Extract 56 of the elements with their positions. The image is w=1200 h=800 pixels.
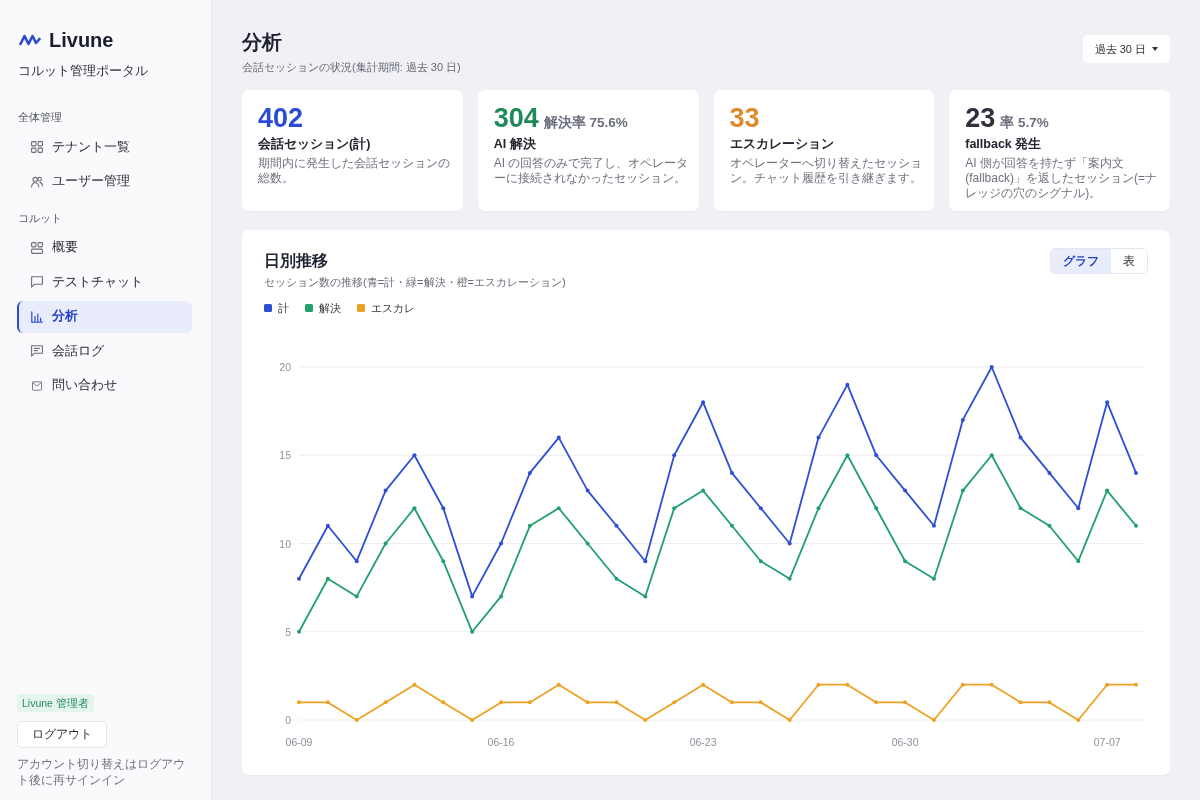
message-icon xyxy=(31,345,43,357)
speech-bubble-icon xyxy=(31,276,43,288)
role-badge: Livune 管理者 xyxy=(17,694,94,712)
x-axis-label: 06-09 xyxy=(285,736,313,748)
stat-label: AI 解決 xyxy=(493,136,537,153)
legend-label: エスカレ xyxy=(371,301,415,315)
y-axis-label: 5 xyxy=(285,625,291,638)
panel-title: 日別推移 xyxy=(264,251,329,271)
y-axis-label: 20 xyxy=(279,361,291,373)
portal-subtitle: コルット管理ポータル xyxy=(17,63,149,80)
page-title: 分析 xyxy=(242,30,283,55)
stat-description: オペレーターへ切り替えたセッション。チャット履歴を引き継ぎます。 xyxy=(729,156,923,186)
logo-icon xyxy=(19,33,41,47)
stat-value: 402 xyxy=(258,102,304,135)
y-axis-label: 0 xyxy=(285,714,291,726)
view-tab[interactable]: グラフ xyxy=(1051,249,1111,273)
stat-label: エスカレーション xyxy=(729,136,835,153)
account-note: アカウント切り替えはログアウト後に再サインイン xyxy=(17,756,186,788)
nav-item[interactable]: テナント一覧 xyxy=(17,131,192,163)
nav-item[interactable]: 分析 xyxy=(17,300,192,333)
caret-icon xyxy=(1152,47,1158,51)
stat-value: 304 xyxy=(493,102,539,135)
users-icon xyxy=(31,175,43,188)
grid-icon xyxy=(31,141,43,153)
x-axis-label: 06-16 xyxy=(487,736,515,748)
nav-item[interactable]: 概要 xyxy=(17,231,192,264)
section-heading: コルット xyxy=(17,210,63,225)
brand-name: Livune xyxy=(49,28,114,52)
stat-description: AI の回答のみで完了し、オペレーターに接続されなかったセッション。 xyxy=(493,156,690,186)
stat-label: 会話セッション(計) xyxy=(258,136,372,153)
y-axis-label: 10 xyxy=(279,537,291,550)
stat-rate: 率 5.7% xyxy=(1000,114,1049,132)
stat-label: fallback 発生 xyxy=(965,136,1043,153)
x-axis-label: 07-07 xyxy=(1093,736,1121,748)
legend-label: 計 xyxy=(278,301,289,315)
x-axis-label: 06-30 xyxy=(891,736,919,748)
stat-description: 期間内に発生した会話セッションの総数。 xyxy=(258,156,451,186)
section-heading: 全体管理 xyxy=(17,110,63,124)
stat-value: 23 xyxy=(965,102,996,135)
period-dropdown[interactable]: 過去 30 日 xyxy=(1082,35,1170,63)
nav-item[interactable]: 問い合わせ xyxy=(17,369,192,402)
panel-subtitle: セッション数の推移(青=計・緑=解決・橙=エスカレーション) xyxy=(264,275,566,289)
mail-icon xyxy=(31,380,43,391)
stat-rate: 解決率 75.6% xyxy=(543,114,628,132)
logout-button[interactable]: ログアウト xyxy=(17,721,107,748)
stat-value: 33 xyxy=(729,102,760,135)
nav-item[interactable]: 会話ログ xyxy=(17,335,192,367)
nav-item[interactable]: ユーザー管理 xyxy=(17,165,192,198)
stat-description: AI 側が回答を持たず「案内文(fallback)」を返したセッション(=ナレッジの穴のシグナル)。 xyxy=(965,156,1158,201)
nav-item[interactable]: テストチャット xyxy=(17,266,192,298)
bar-chart-icon xyxy=(31,310,43,323)
layout-icon xyxy=(31,241,43,254)
page-subtitle: 会話セッションの状況(集計期間: 過去 30 日) xyxy=(242,60,461,74)
legend-label: 解決 xyxy=(319,301,341,315)
x-axis-label: 06-23 xyxy=(689,736,717,748)
y-axis-label: 15 xyxy=(279,449,291,462)
